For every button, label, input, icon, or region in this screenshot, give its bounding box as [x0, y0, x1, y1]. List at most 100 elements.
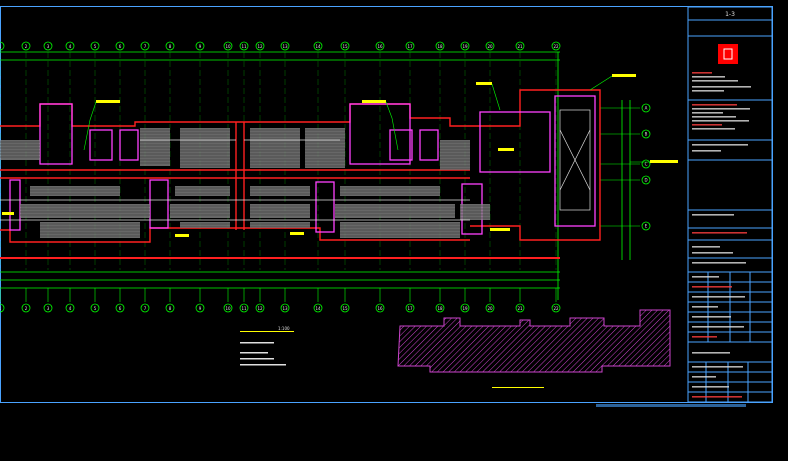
axis-label-bottom: 2 — [25, 306, 28, 311]
axis-label-bottom: 17 — [407, 306, 413, 311]
dimension-lines — [0, 51, 631, 300]
axis-label-top: 22 — [553, 44, 559, 49]
axis-bubble-bottom: 6 — [115, 288, 125, 313]
axis-bubble-bottom: 5 — [90, 288, 100, 313]
cabinet-block — [340, 186, 440, 196]
axis-label-bottom: 9 — [199, 306, 202, 311]
cabinet-block — [140, 128, 170, 166]
axis-label-bottom: 4 — [69, 306, 72, 311]
notes-scale: 1:100 — [278, 326, 290, 331]
axis-bubble-bottom: 4 — [65, 288, 75, 313]
axis-label-top: 7 — [144, 44, 147, 49]
axis-label-bottom: 22 — [553, 306, 559, 311]
bottom-status-bar — [596, 404, 746, 407]
cabinet-block — [170, 204, 230, 218]
cabinet-block — [250, 204, 310, 218]
axis-bubble-right: E — [600, 221, 651, 231]
axis-label-top: 16 — [377, 44, 383, 49]
axis-label-top: 8 — [169, 44, 172, 49]
axis-bubble-bottom: 7 — [140, 288, 150, 313]
axis-label-right: B — [645, 132, 648, 137]
axis-bubble-bottom: 3 — [43, 288, 53, 313]
key-plan — [397, 309, 671, 388]
cabinet-block — [180, 128, 230, 168]
axis-bubble-top: 20 — [485, 41, 495, 270]
axis-label-bottom: 3 — [47, 306, 50, 311]
axis-bubble-bottom: 19 — [460, 288, 470, 313]
cabinet-block — [250, 222, 310, 228]
title-block-text-lines — [692, 72, 751, 398]
axis-label-top: 5 — [94, 44, 97, 49]
axis-label-right: D — [644, 178, 647, 183]
axis-bubble-bottom: 22 — [551, 288, 561, 313]
cabinet-block — [250, 186, 310, 196]
cabinet-block — [250, 128, 300, 168]
axis-bubble-right: A — [600, 103, 651, 113]
axis-bubble-bottom: 13 — [280, 288, 290, 313]
axis-label-bottom: 11 — [241, 306, 247, 311]
axis-bubbles-right: A B C D E — [600, 103, 651, 231]
axis-label-bottom: 21 — [517, 306, 523, 311]
axis-bubbles-bottom: 12345678910111213141516171819202122 — [0, 288, 561, 313]
cabinet-block — [30, 186, 120, 196]
axis-bubble-bottom: 10 — [223, 288, 233, 313]
axis-bubble-bottom: 8 — [165, 288, 175, 313]
axis-label-bottom: 5 — [94, 306, 97, 311]
notes-block: 1:100 — [240, 326, 294, 366]
axis-label-top: 13 — [282, 44, 288, 49]
axis-bubble-bottom: 14 — [313, 288, 323, 313]
axis-label-bottom: 19 — [462, 306, 468, 311]
axis-label-bottom: 6 — [119, 306, 122, 311]
axis-label-top: 20 — [487, 44, 493, 49]
axis-label-bottom: 12 — [257, 306, 263, 311]
axis-label-top: 10 — [225, 44, 231, 49]
axis-label-top: 15 — [342, 44, 348, 49]
axis-label-bottom: 13 — [282, 306, 288, 311]
cabinet-block — [40, 222, 140, 238]
axis-bubble-bottom: 17 — [405, 288, 415, 313]
axis-label-top: 19 — [462, 44, 468, 49]
axis-label-bottom: 18 — [437, 306, 443, 311]
axis-label-top: 21 — [517, 44, 523, 49]
axis-label-bottom: 7 — [144, 306, 147, 311]
axis-bubble-top: 22 — [551, 41, 561, 270]
axis-label-top: 17 — [407, 44, 413, 49]
floor-plan — [0, 74, 678, 259]
axis-bubble-bottom: 20 — [485, 288, 495, 313]
axis-label-bottom: 20 — [487, 306, 493, 311]
axis-bubble-right: C — [600, 159, 651, 169]
axis-label-bottom: 15 — [342, 306, 348, 311]
axis-label-bottom: 16 — [377, 306, 383, 311]
axis-label-bottom: 1 — [0, 306, 2, 311]
room-fixtures — [0, 128, 490, 238]
sheet-index: 1-3 — [725, 11, 735, 18]
axis-bubble-bottom: 2 — [21, 288, 31, 313]
axis-label-top: 11 — [241, 44, 247, 49]
axis-label-right: A — [645, 106, 648, 111]
axis-label-top: 14 — [315, 44, 321, 49]
company-logo — [718, 44, 738, 64]
axis-label-top: 12 — [257, 44, 263, 49]
axis-label-bottom: 14 — [315, 306, 321, 311]
axis-bubble-bottom: 9 — [195, 288, 205, 313]
axis-label-right: E — [645, 224, 648, 229]
cabinet-block — [340, 222, 460, 238]
cabinet-block — [20, 204, 150, 218]
axis-label-top: 1 — [0, 44, 2, 49]
axis-label-top: 18 — [437, 44, 443, 49]
axis-label-top: 9 — [199, 44, 202, 49]
cabinet-block — [0, 140, 40, 160]
cabinet-block — [440, 140, 470, 170]
axis-bubble-right: B — [600, 129, 651, 139]
cabinet-block — [305, 128, 345, 168]
axis-bubble-bottom: 15 — [340, 288, 350, 313]
axis-bubble-bottom: 12 — [255, 288, 265, 313]
axis-label-top: 6 — [119, 44, 122, 49]
cabinet-block — [335, 204, 455, 218]
axis-label-top: 4 — [69, 44, 72, 49]
axis-bubble-bottom: 11 — [239, 288, 249, 313]
axis-label-bottom: 8 — [169, 306, 172, 311]
axis-bubble-bottom: 21 — [515, 288, 525, 313]
cabinet-block — [175, 186, 230, 196]
axis-bubble-right: D — [600, 175, 651, 185]
